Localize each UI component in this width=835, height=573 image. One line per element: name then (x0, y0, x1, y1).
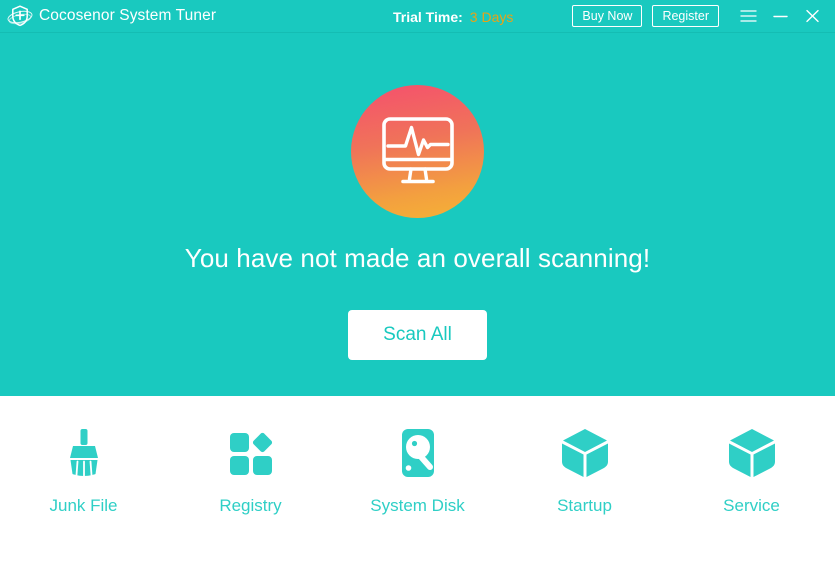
tool-shortcuts-bar: Junk File Registry System Disk Startup S… (0, 396, 835, 573)
scan-status-message: You have not made an overall scanning! (184, 243, 651, 273)
tool-item-service[interactable]: Service (668, 424, 835, 516)
app-logo-icon (5, 2, 35, 30)
buy-now-button[interactable]: Buy Now (572, 5, 643, 27)
tool-item-startup[interactable]: Startup (501, 424, 668, 516)
tool-label-junk-file: Junk File (49, 496, 118, 515)
app-title: Cocosenor System Tuner (39, 7, 217, 24)
hard-disk-icon (390, 424, 446, 482)
tool-item-junk-file[interactable]: Junk File (0, 424, 167, 516)
registry-blocks-icon (223, 424, 279, 482)
tool-label-registry: Registry (219, 496, 282, 515)
close-icon[interactable] (799, 3, 825, 29)
monitor-pulse-icon (351, 85, 484, 218)
cube-icon (724, 424, 780, 482)
tool-item-registry[interactable]: Registry (167, 424, 334, 516)
hero-section: You have not made an overall scanning! S… (0, 33, 835, 396)
register-button[interactable]: Register (652, 5, 719, 27)
trial-time-value: 3 Days (469, 8, 514, 25)
application-window: Cocosenor System Tuner Trial Time: 3 Day… (0, 0, 835, 573)
cube-icon (557, 424, 613, 482)
broom-icon (56, 424, 112, 482)
tool-label-startup: Startup (557, 496, 612, 515)
tool-label-service: Service (723, 496, 780, 515)
trial-time-block: Trial Time: 3 Days (393, 0, 513, 33)
scan-all-button[interactable]: Scan All (348, 310, 487, 360)
hamburger-menu-icon[interactable] (735, 3, 761, 29)
title-bar: Cocosenor System Tuner Trial Time: 3 Day… (0, 0, 835, 33)
tool-item-system-disk[interactable]: System Disk (334, 424, 501, 516)
trial-time-label: Trial Time: (393, 8, 463, 25)
minimize-icon[interactable] (767, 3, 793, 29)
tool-label-system-disk: System Disk (370, 496, 465, 515)
title-bar-actions: Buy Now Register (572, 3, 825, 29)
